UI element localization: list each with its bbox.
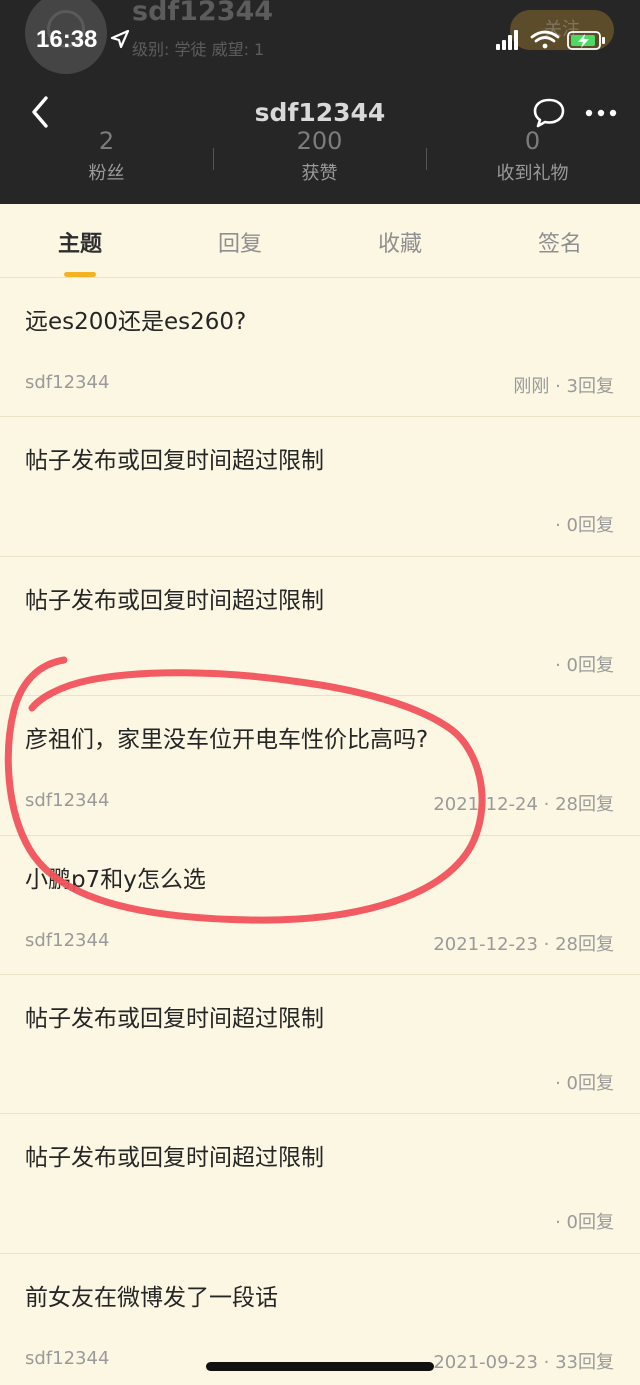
- profile-name: sdf12344: [132, 0, 274, 27]
- location-arrow-icon: [110, 29, 130, 49]
- list-item[interactable]: 帖子发布或回复时间超过限制 · 0回复: [0, 557, 640, 697]
- stat-followers[interactable]: 2 粉丝: [0, 126, 213, 185]
- signal-icon: [496, 30, 518, 50]
- status-time: 16:38: [36, 26, 98, 53]
- list-item[interactable]: 帖子发布或回复时间超过限制 · 0回复: [0, 1114, 640, 1254]
- post-title: 彦祖们，家里没车位开电车性价比高吗?: [25, 727, 429, 754]
- post-meta: · 0回复: [555, 1072, 614, 1094]
- profile-level: 级别: 学徒 威望: 1: [132, 40, 265, 59]
- post-title: 帖子发布或回复时间超过限制: [25, 1145, 324, 1172]
- stat-likes[interactable]: 200 获赞: [213, 126, 426, 185]
- list-item[interactable]: 小鹏p7和y怎么选 sdf12344 2021-12-23 · 28回复: [0, 836, 640, 975]
- stat-value: 200: [296, 127, 343, 155]
- post-title: 帖子发布或回复时间超过限制: [25, 587, 324, 614]
- list-item[interactable]: 远es200还是es260? sdf12344 刚刚 · 3回复: [0, 278, 640, 418]
- list-item[interactable]: 彦祖们，家里没车位开电车性价比高吗? sdf12344 2021-12-24 ·…: [0, 696, 640, 836]
- post-author: sdf12344: [25, 372, 110, 393]
- stat-label: 获赞: [301, 163, 338, 184]
- post-title: 帖子发布或回复时间超过限制: [25, 1005, 324, 1032]
- post-meta: 2021-09-23 · 33回复: [433, 1351, 614, 1373]
- page-title: sdf12344: [254, 98, 386, 127]
- battery-charging-icon: [567, 31, 605, 50]
- stat-value: 0: [524, 127, 541, 155]
- status-indicators: [496, 30, 605, 50]
- tab-bar: 主题 回复 收藏 签名: [0, 204, 640, 278]
- chat-bubble-icon[interactable]: [531, 96, 567, 130]
- active-tab-indicator: [64, 272, 96, 277]
- post-meta: · 0回复: [555, 515, 614, 537]
- tab-replies[interactable]: 回复: [160, 226, 320, 258]
- post-list: 远es200还是es260? sdf12344 刚刚 · 3回复 帖子发布或回复…: [0, 278, 640, 1385]
- profile-stats: 2 粉丝 200 获赞 0 收到礼物: [0, 126, 640, 190]
- tab-favorites[interactable]: 收藏: [320, 226, 480, 258]
- post-meta: 2021-12-24 · 28回复: [433, 794, 614, 816]
- post-meta: 刚刚 · 3回复: [513, 376, 614, 397]
- post-meta: · 0回复: [555, 654, 614, 676]
- post-title: 小鹏p7和y怎么选: [25, 866, 206, 893]
- post-author: sdf12344: [25, 1347, 110, 1369]
- stat-label: 收到礼物: [496, 163, 569, 184]
- post-author: sdf12344: [25, 929, 110, 951]
- post-meta: · 0回复: [555, 1212, 614, 1234]
- more-dots-icon[interactable]: [584, 104, 620, 122]
- post-title: 帖子发布或回复时间超过限制: [25, 448, 324, 475]
- post-author: sdf12344: [25, 790, 110, 812]
- stat-value: 2: [98, 127, 115, 155]
- tab-topics[interactable]: 主题: [0, 226, 160, 258]
- profile-header: sdf12344 级别: 学徒 威望: 1 关注 16:38 sdf12344: [0, 0, 640, 204]
- tab-signature[interactable]: 签名: [480, 226, 640, 258]
- list-item[interactable]: 帖子发布或回复时间超过限制 · 0回复: [0, 975, 640, 1115]
- post-title: 远es200还是es260?: [25, 309, 247, 335]
- stat-label: 粉丝: [88, 163, 125, 184]
- home-indicator[interactable]: [206, 1362, 434, 1371]
- post-meta: 2021-12-23 · 28回复: [433, 933, 614, 955]
- wifi-icon: [530, 30, 560, 49]
- post-title: 前女友在微博发了一段话: [25, 1284, 278, 1311]
- list-item[interactable]: 帖子发布或回复时间超过限制 · 0回复: [0, 417, 640, 557]
- stat-gifts[interactable]: 0 收到礼物: [426, 126, 639, 185]
